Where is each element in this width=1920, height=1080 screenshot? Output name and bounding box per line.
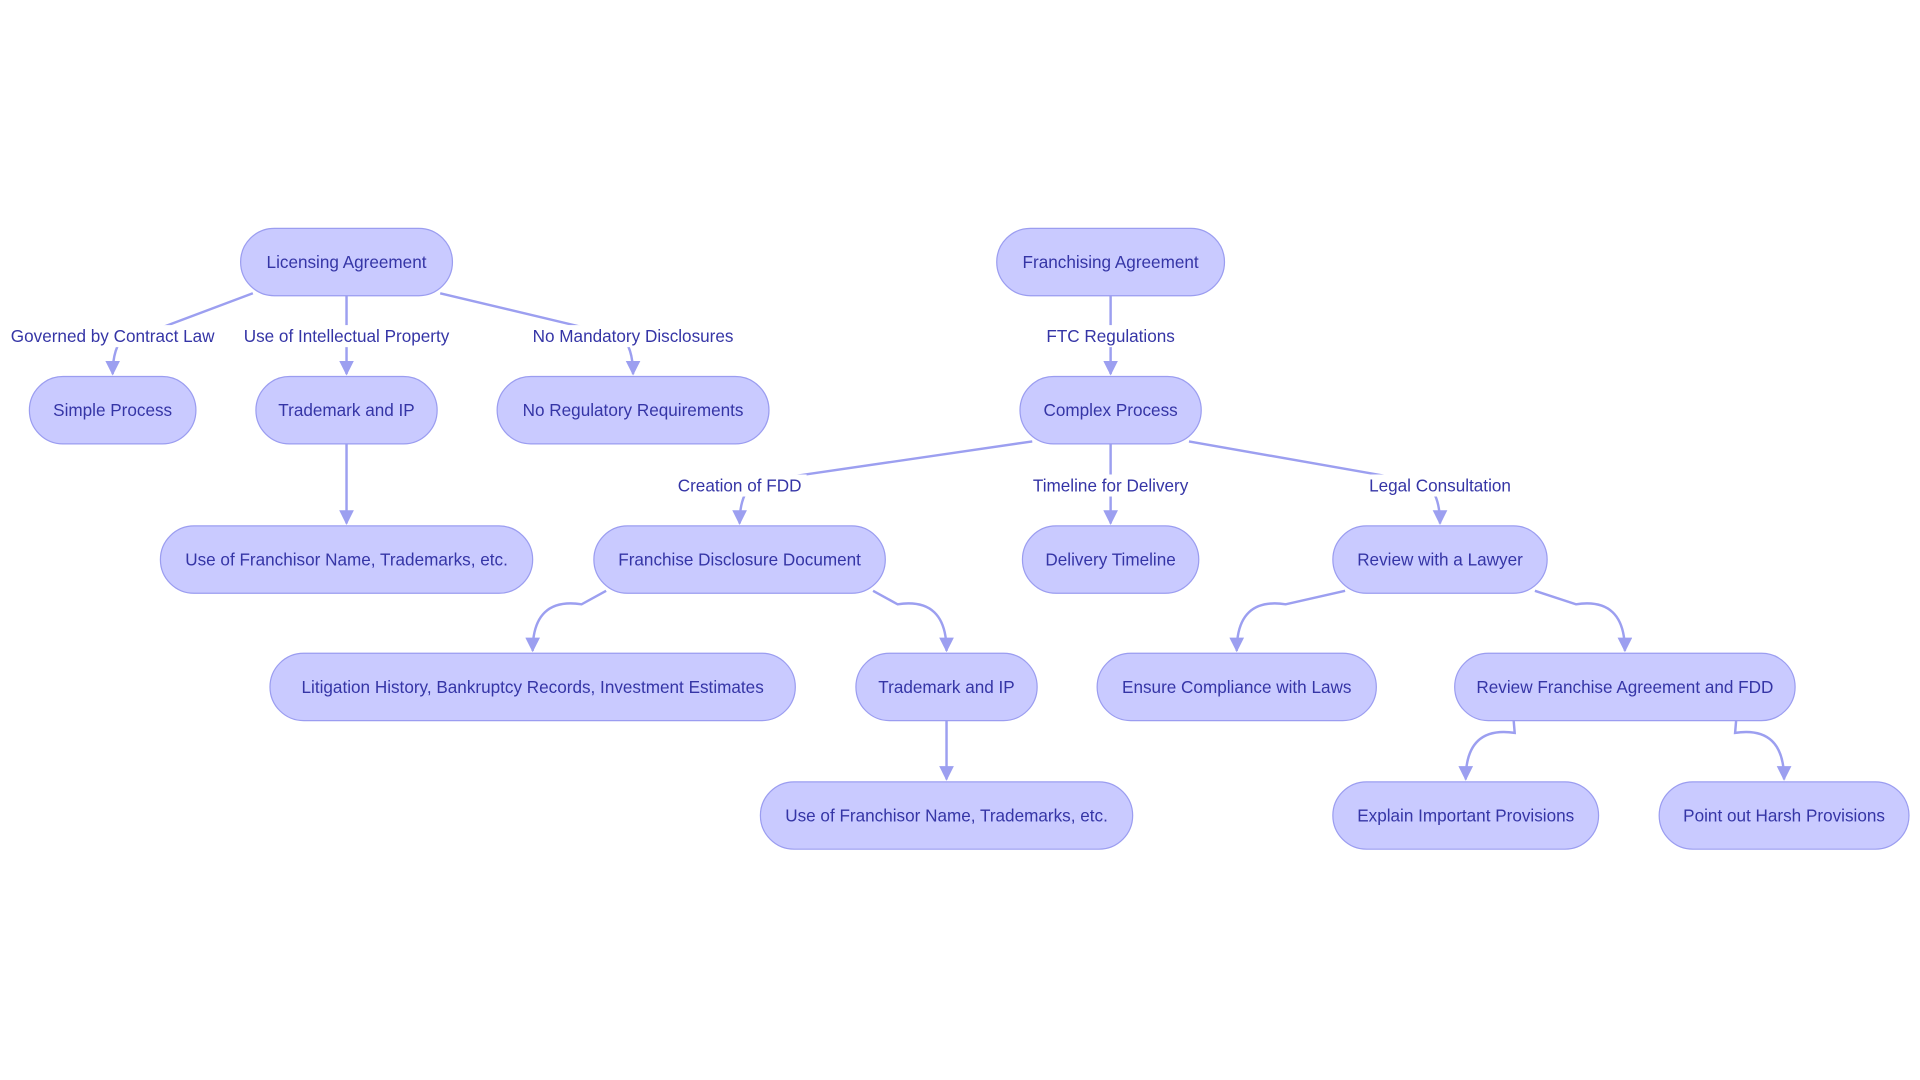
node-label: Trademark and IP	[278, 400, 414, 420]
edge-label: Creation of FDD	[672, 474, 807, 497]
node-label: Explain Important Provisions	[1357, 806, 1574, 826]
node-usefr2: Use of Franchisor Name, Trademarks, etc.	[759, 781, 1134, 850]
node-tip2: Trademark and IP	[855, 652, 1038, 722]
edge-label: FTC Regulations	[1043, 325, 1178, 348]
node-label: Point out Harsh Provisions	[1683, 806, 1885, 826]
node-label: Litigation History, Bankruptcy Records, …	[302, 677, 764, 697]
edge-label: Timeline for Delivery	[1018, 474, 1203, 497]
node-label: Use of Franchisor Name, Trademarks, etc.	[785, 806, 1108, 826]
node-tip1: Trademark and IP	[255, 375, 438, 445]
node-fra: Franchising Agreement	[996, 227, 1226, 297]
node-deliv: Delivery Timeline	[1021, 525, 1200, 594]
edge-label: Use of Intellectual Property	[224, 325, 469, 348]
node-noreg: No Regulatory Requirements	[496, 375, 770, 445]
node-label: Review with a Lawyer	[1357, 550, 1523, 570]
edge-fdd-tip2	[872, 589, 954, 653]
edge-label-text: FTC Regulations	[1046, 326, 1175, 346]
node-label: Simple Process	[53, 400, 172, 420]
edge-review-explain	[1458, 718, 1517, 781]
edge-label-text: Legal Consultation	[1369, 476, 1511, 496]
node-label: Review Franchise Agreement and FDD	[1476, 677, 1773, 697]
node-explain: Explain Important Provisions	[1332, 781, 1600, 850]
edge-label-text: Creation of FDD	[678, 476, 802, 496]
node-complex: Complex Process	[1019, 375, 1202, 445]
node-fdd: Franchise Disclosure Document	[593, 525, 886, 594]
node-label: Licensing Agreement	[267, 252, 427, 272]
node-ensure: Ensure Compliance with Laws	[1096, 652, 1377, 722]
node-simple: Simple Process	[28, 375, 197, 445]
edge-label-text: Governed by Contract Law	[11, 326, 215, 346]
edge-label: Governed by Contract Law	[7, 325, 218, 348]
flowchart: Governed by Contract Law Use of Intellect…	[7, 227, 1910, 850]
edge-label-text: Timeline for Delivery	[1033, 476, 1189, 496]
node-label: Complex Process	[1044, 400, 1178, 420]
node-label: Franchise Disclosure Document	[618, 550, 861, 570]
node-label: Franchising Agreement	[1023, 252, 1199, 272]
edge-label-text: No Mandatory Disclosures	[533, 326, 734, 346]
node-label: No Regulatory Requirements	[523, 400, 744, 420]
node-label: Ensure Compliance with Laws	[1122, 677, 1351, 697]
node-lawyer: Review with a Lawyer	[1332, 525, 1548, 594]
edge-label-text: Use of Intellectual Property	[244, 326, 450, 346]
node-label: Delivery Timeline	[1045, 550, 1175, 570]
edge-fdd-litig	[525, 589, 607, 653]
node-label: Trademark and IP	[878, 677, 1014, 697]
node-label: Use of Franchisor Name, Trademarks, etc.	[185, 550, 508, 570]
node-lic: Licensing Agreement	[240, 227, 454, 297]
edge-lawyer-ensure	[1229, 589, 1346, 653]
edge-review-point	[1733, 718, 1792, 781]
edge-lawyer-review	[1534, 589, 1633, 653]
node-point: Point out Harsh Provisions	[1658, 781, 1910, 850]
node-usefr1: Use of Franchisor Name, Trademarks, etc.	[159, 525, 534, 594]
edge-label: Legal Consultation	[1360, 474, 1520, 497]
node-litig: Litigation History, Bankruptcy Records, …	[269, 652, 796, 722]
node-review: Review Franchise Agreement and FDD	[1454, 652, 1796, 722]
edge-label: No Mandatory Disclosures	[528, 325, 739, 348]
